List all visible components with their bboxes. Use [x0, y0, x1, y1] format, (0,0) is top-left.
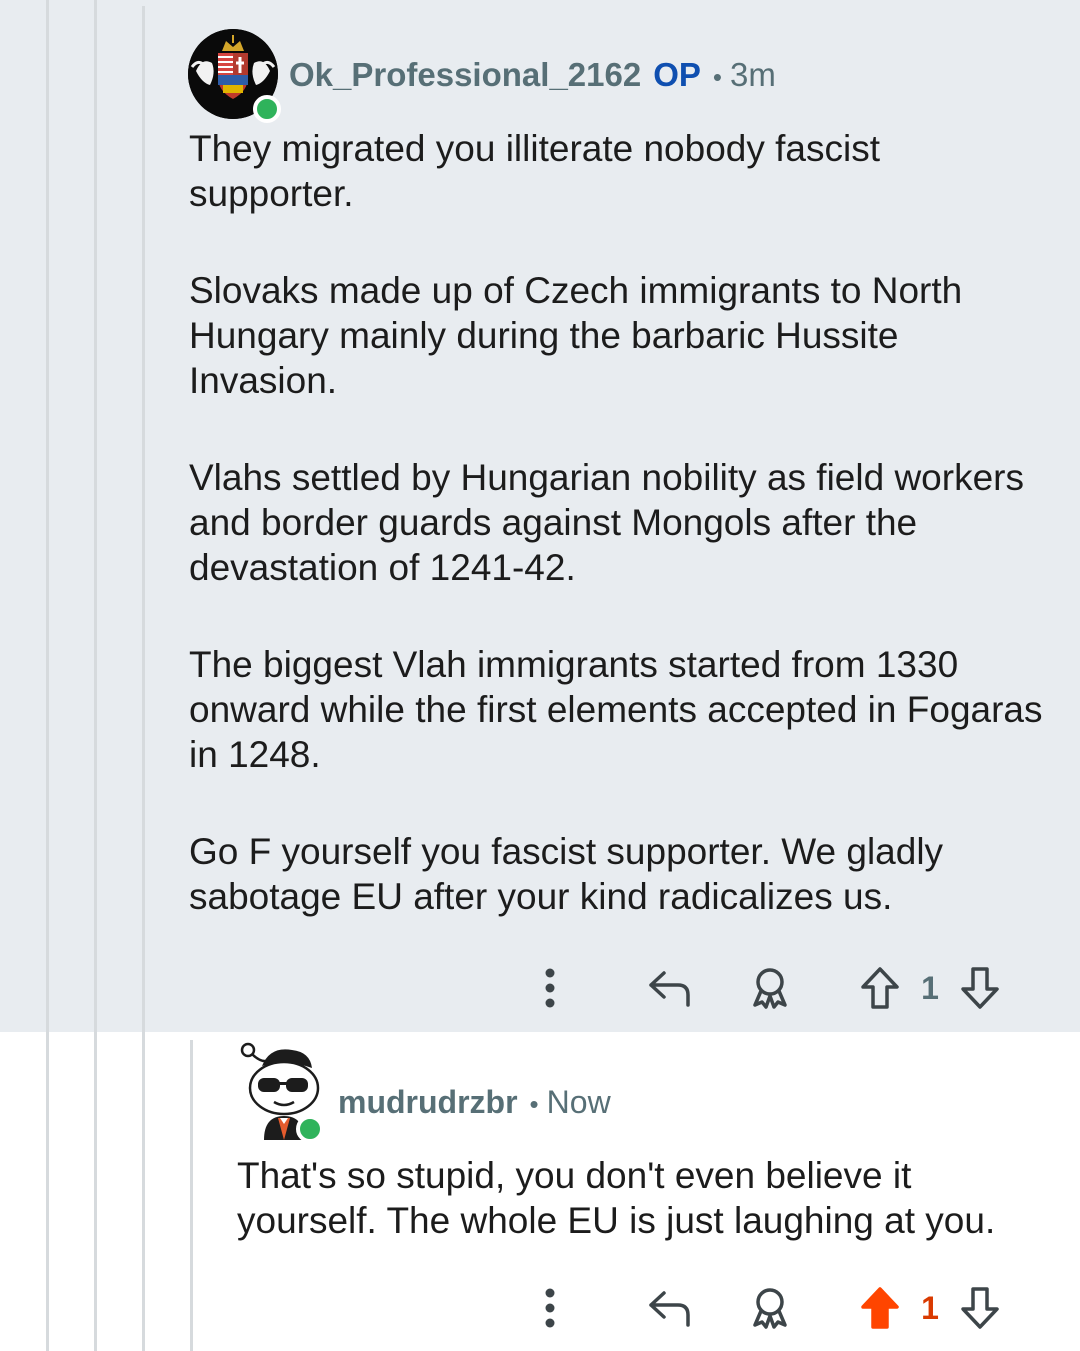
username[interactable]: mudrudrzbr [338, 1084, 518, 1121]
comment-body: That's so stupid, you don't even believe… [237, 1153, 1057, 1243]
op-badge: OP [653, 56, 701, 93]
downvote-arrow-icon [961, 1287, 999, 1329]
award-icon [753, 1288, 787, 1329]
upvote-button[interactable] [855, 958, 905, 1018]
online-status-dot [296, 1115, 324, 1143]
more-options-button[interactable] [530, 1278, 570, 1338]
upvote-button[interactable] [855, 1278, 905, 1338]
vote-count: 1 [921, 1289, 939, 1326]
award-button[interactable] [740, 958, 800, 1018]
online-status-dot [253, 95, 281, 123]
upvote-arrow-icon [861, 1287, 899, 1329]
thread-line[interactable] [94, 0, 97, 1351]
downvote-arrow-icon [961, 967, 999, 1009]
reply-button[interactable] [640, 958, 700, 1018]
award-button[interactable] [740, 1278, 800, 1338]
comment-paragraph: Slovaks made up of Czech immigrants to N… [189, 270, 963, 401]
comment-timestamp: Now [546, 1084, 611, 1120]
meta-separator: • [712, 62, 723, 92]
downvote-button[interactable] [955, 1278, 1005, 1338]
comment-meta: mudrudrzbr • Now [338, 1084, 611, 1121]
comment-paragraph: Vlahs settled by Hungarian nobility as f… [189, 457, 1024, 588]
vote-count: 1 [921, 969, 939, 1006]
downvote-button[interactable] [955, 958, 1005, 1018]
comment-timestamp: 3m [730, 56, 776, 93]
comment-meta: Ok_Professional_2162 OP • 3m [289, 56, 776, 94]
reply-arrow-icon [649, 1291, 690, 1327]
thread-line[interactable] [46, 0, 49, 1351]
thread-line[interactable] [142, 6, 145, 1351]
comment-actions: 1 [530, 958, 1010, 1018]
comment-paragraph: They migrated you illiterate nobody fasc… [189, 128, 881, 214]
reply-button[interactable] [640, 1278, 700, 1338]
username[interactable]: Ok_Professional_2162 [289, 56, 641, 94]
thread-line[interactable] [190, 1040, 193, 1351]
comment-body: They migrated you illiterate nobody fasc… [189, 126, 1049, 971]
comment-paragraph: The biggest Vlah immigrants started from… [189, 644, 1043, 775]
more-vertical-icon [545, 1288, 555, 1328]
comment-paragraph: Go F yourself you fascist supporter. We … [189, 831, 944, 917]
award-icon [753, 968, 787, 1009]
comment-paragraph: That's so stupid, you don't even believe… [237, 1155, 996, 1241]
meta-separator: • [529, 1089, 539, 1119]
upvote-arrow-icon [861, 967, 899, 1009]
more-options-button[interactable] [530, 958, 570, 1018]
more-vertical-icon [545, 968, 555, 1008]
comment-actions: 1 [530, 1278, 1010, 1338]
reply-arrow-icon [649, 971, 690, 1007]
